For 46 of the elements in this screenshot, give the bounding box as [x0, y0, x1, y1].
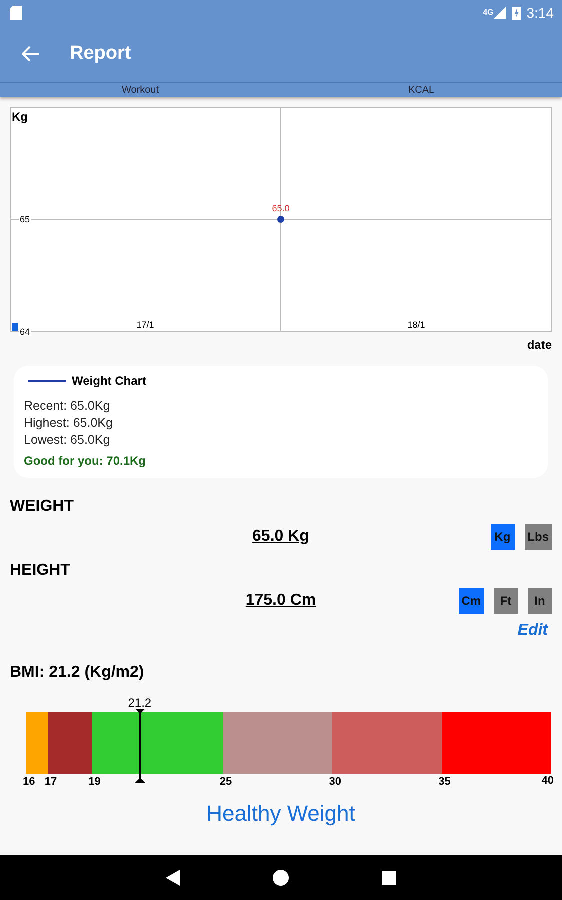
legend-line-icon [28, 379, 66, 383]
data-point [278, 216, 284, 223]
battery-icon [512, 6, 521, 20]
tab[interactable]: KCAL [281, 83, 562, 97]
recommended-weight: Good for you: 70.1Kg [24, 454, 148, 468]
network-type: 4G [483, 8, 494, 17]
back-nav-icon[interactable] [166, 870, 180, 886]
y-tick-label: 65 [20, 214, 30, 224]
back-button[interactable] [22, 46, 40, 62]
tab[interactable]: Workout [0, 83, 281, 97]
unit-button[interactable]: Lbs [524, 524, 552, 550]
tick-label: 17 [44, 776, 58, 788]
unit-button[interactable]: Kg [490, 524, 515, 550]
measurement-value[interactable]: 175.0 Cm [246, 592, 316, 610]
tick-label: 19 [88, 776, 101, 788]
home-nav-icon[interactable] [272, 870, 289, 886]
x-axis-label: date [527, 338, 552, 352]
screen-title: Report [70, 42, 132, 64]
x-tick-label: 18/1 [408, 320, 426, 330]
bmi-category: Healthy Weight [206, 801, 356, 827]
tick-label: 25 [220, 776, 232, 788]
unit-label: Kg [12, 110, 28, 124]
recents-nav-icon[interactable] [382, 870, 396, 884]
clock: 3:14 [526, 4, 554, 20]
unit-button[interactable]: In [528, 588, 552, 614]
stat-line: Highest: 65.0Kg [24, 416, 114, 430]
stat-line: Lowest: 65.0Kg [24, 433, 112, 447]
unit-button[interactable]: Cm [458, 588, 484, 614]
tick-label: 30 [329, 776, 342, 788]
section-title: HEIGHT [10, 562, 72, 580]
sd-card-icon [10, 6, 22, 20]
measurement-value[interactable]: 65.0 Kg [252, 528, 310, 546]
tick-label: 40 [542, 775, 554, 787]
signal-icon [494, 6, 506, 18]
stat-line: Recent: 65.0Kg [24, 399, 112, 413]
edit-link[interactable]: Edit [518, 622, 548, 640]
tick-label: 16 [23, 776, 36, 788]
section-title: WEIGHT [10, 498, 75, 516]
marker-icon [12, 323, 18, 331]
tick-label: 35 [438, 776, 451, 788]
x-tick-label: 17/1 [136, 320, 154, 330]
data-label: 65.0 [272, 204, 290, 214]
unit-button[interactable]: Ft [494, 588, 518, 614]
bmi-title: BMI: 21.2 (Kg/m2) [10, 664, 146, 682]
legend-label: Weight Chart [72, 374, 146, 388]
y-tick-label: 64 [20, 327, 30, 337]
